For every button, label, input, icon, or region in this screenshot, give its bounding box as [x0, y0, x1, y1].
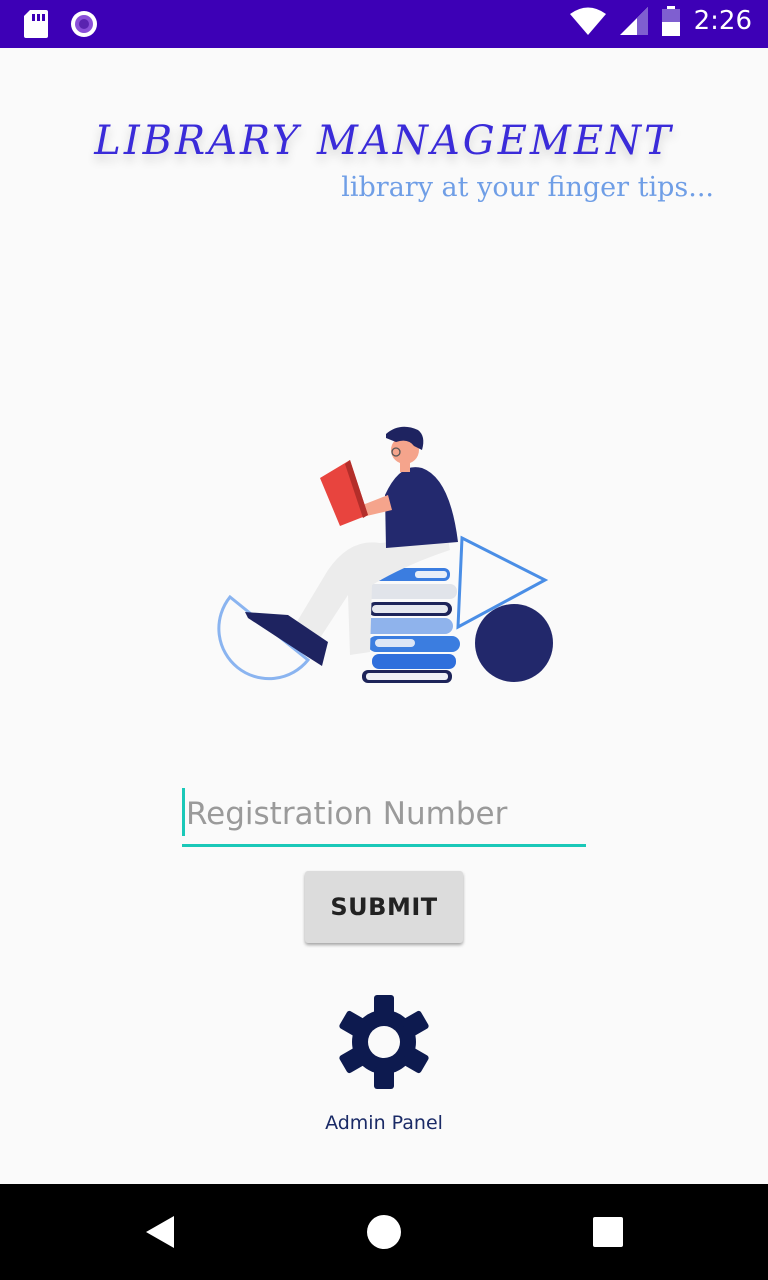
reading-illustration: [217, 426, 553, 683]
app-tagline: library at your finger tips...: [341, 172, 714, 203]
status-bar: 2:26: [0, 0, 768, 48]
signal-icon: [619, 7, 648, 35]
gear-icon[interactable]: [337, 995, 431, 1089]
back-icon[interactable]: [140, 1212, 180, 1252]
home-icon[interactable]: [364, 1212, 404, 1252]
admin-panel-label[interactable]: Admin Panel: [0, 1112, 768, 1134]
recents-icon[interactable]: [588, 1212, 628, 1252]
wifi-icon: [569, 7, 606, 35]
registration-number-input[interactable]: [182, 786, 586, 842]
clock: 2:26: [693, 6, 752, 36]
sd-card-icon: [24, 10, 48, 38]
record-icon: [71, 11, 97, 37]
registration-field[interactable]: [182, 786, 586, 847]
app-title: LIBRARY MANAGEMENT: [94, 118, 674, 164]
submit-button[interactable]: SUBMIT: [305, 871, 463, 943]
battery-icon: [661, 6, 680, 36]
navigation-bar: [0, 1184, 768, 1280]
